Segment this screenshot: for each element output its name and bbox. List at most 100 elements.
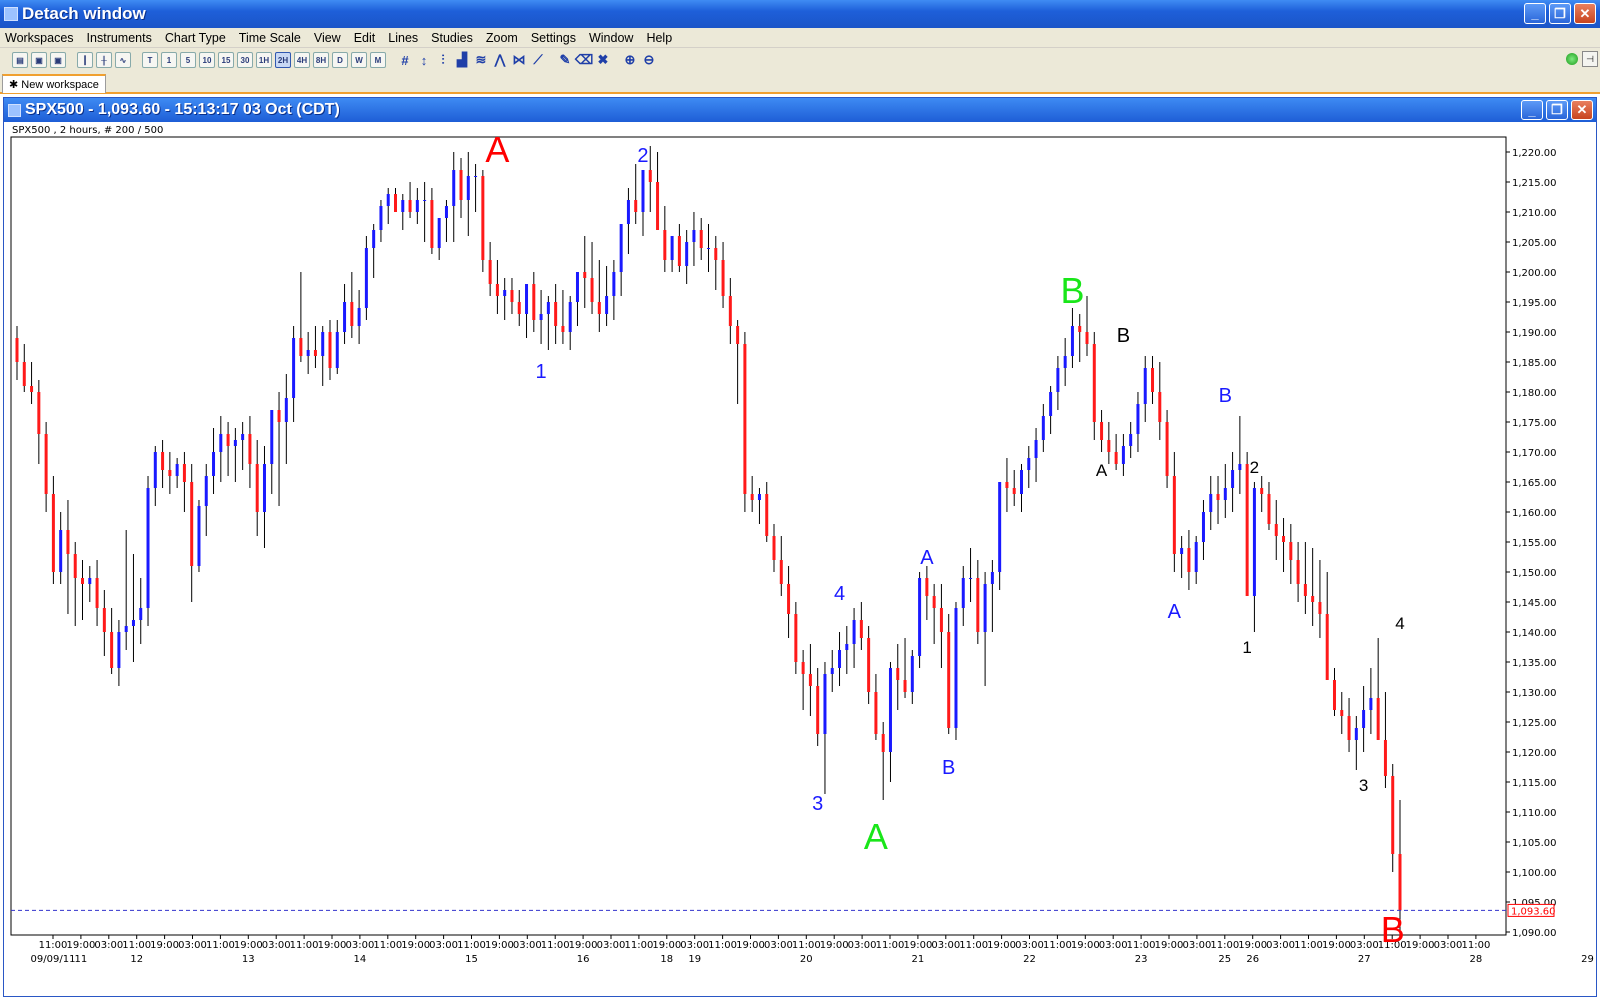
candle-body[interactable] (692, 230, 696, 242)
candle-body[interactable] (525, 284, 529, 314)
candle-body[interactable] (168, 470, 172, 476)
candle-body[interactable] (590, 278, 594, 302)
candle-body[interactable] (1100, 422, 1104, 440)
candle-body[interactable] (386, 194, 390, 206)
candle-body[interactable] (1027, 458, 1031, 470)
candle-body[interactable] (474, 176, 478, 177)
candle-body[interactable] (881, 734, 885, 752)
candle-body[interactable] (626, 200, 630, 224)
candle-body[interactable] (1019, 470, 1023, 494)
candle-body[interactable] (124, 626, 128, 632)
candle-body[interactable] (430, 200, 434, 248)
candle-body[interactable] (328, 332, 332, 368)
candle-body[interactable] (910, 656, 914, 692)
candle-body[interactable] (772, 536, 776, 560)
candle-body[interactable] (182, 464, 186, 482)
candle-body[interactable] (961, 578, 965, 608)
candle-body[interactable] (226, 434, 230, 446)
candle-body[interactable] (1049, 392, 1053, 416)
candle-body[interactable] (219, 434, 223, 452)
candle-body[interactable] (335, 332, 339, 368)
candle-body[interactable] (1289, 542, 1293, 560)
candle-body[interactable] (546, 302, 550, 314)
candle-body[interactable] (787, 584, 791, 614)
candle-body[interactable] (1129, 434, 1133, 446)
candle-body[interactable] (1078, 326, 1082, 332)
candle-body[interactable] (947, 632, 951, 728)
candle-body[interactable] (379, 206, 383, 230)
candle-body[interactable] (139, 608, 143, 620)
candle-body[interactable] (1340, 710, 1344, 716)
candle-body[interactable] (750, 494, 754, 500)
candle-body[interactable] (444, 206, 448, 218)
candle-body[interactable] (59, 530, 63, 572)
candle-body[interactable] (102, 608, 106, 632)
candle-body[interactable] (707, 248, 710, 249)
candle-body[interactable] (794, 614, 798, 662)
candle-body[interactable] (597, 302, 601, 314)
candle-body[interactable] (364, 248, 368, 308)
candle-body[interactable] (1216, 494, 1220, 500)
candle-body[interactable] (190, 482, 194, 566)
candle-body[interactable] (51, 494, 55, 572)
candle-body[interactable] (648, 170, 652, 182)
candle-body[interactable] (670, 236, 674, 260)
candle-body[interactable] (736, 326, 740, 344)
candle-body[interactable] (66, 530, 70, 554)
candle-body[interactable] (37, 392, 41, 434)
candle-body[interactable] (197, 506, 201, 566)
candle-body[interactable] (299, 338, 303, 356)
candle-body[interactable] (1201, 512, 1205, 542)
candle-body[interactable] (1282, 536, 1286, 542)
candle-body[interactable] (270, 410, 274, 464)
candle-body[interactable] (1012, 488, 1016, 494)
candle-body[interactable] (284, 398, 288, 422)
candle-body[interactable] (998, 482, 1002, 572)
candle-body[interactable] (838, 650, 842, 668)
candle-body[interactable] (1107, 440, 1111, 452)
candle-body[interactable] (1005, 482, 1009, 488)
candle-body[interactable] (663, 230, 667, 260)
candle-body[interactable] (1136, 404, 1140, 434)
candle-body[interactable] (1362, 710, 1366, 728)
candle-body[interactable] (321, 332, 325, 356)
candle-body[interactable] (1369, 698, 1373, 710)
candle-body[interactable] (481, 176, 485, 260)
candle-body[interactable] (969, 578, 973, 579)
candle-body[interactable] (612, 272, 616, 296)
candle-body[interactable] (728, 296, 732, 326)
candle-body[interactable] (30, 386, 34, 392)
candle-body[interactable] (743, 344, 747, 494)
candle-body[interactable] (830, 668, 834, 674)
candle-body[interactable] (714, 248, 718, 260)
candle-body[interactable] (1209, 494, 1213, 512)
candle-body[interactable] (350, 302, 354, 326)
price-chart[interactable]: 1,220.00 1,215.00 1,210.00 1,205.00 1,200.00… (0, 0, 1600, 1000)
candle-body[interactable] (1303, 584, 1307, 596)
candle-body[interactable] (1332, 680, 1336, 710)
candle-body[interactable] (852, 620, 856, 644)
candle-body[interactable] (1041, 416, 1045, 440)
candle-body[interactable] (1092, 344, 1096, 422)
candle-body[interactable] (241, 434, 245, 440)
candle-body[interactable] (1063, 356, 1067, 368)
candle-body[interactable] (313, 350, 317, 356)
candle-body[interactable] (903, 680, 907, 692)
candle-body[interactable] (1318, 602, 1322, 614)
candle-body[interactable] (1143, 368, 1147, 404)
candle-body[interactable] (1070, 326, 1074, 356)
candle-body[interactable] (1376, 698, 1380, 740)
candle-body[interactable] (765, 494, 769, 536)
candle-body[interactable] (583, 272, 587, 278)
candle-body[interactable] (1245, 464, 1249, 596)
candle-body[interactable] (896, 668, 900, 680)
candle-body[interactable] (605, 296, 609, 314)
candle-body[interactable] (1056, 368, 1060, 392)
candle-body[interactable] (867, 638, 871, 692)
candle-body[interactable] (204, 476, 208, 506)
candle-body[interactable] (1398, 854, 1402, 911)
candle-body[interactable] (255, 464, 259, 512)
candle-body[interactable] (401, 200, 405, 212)
candle-body[interactable] (233, 440, 237, 446)
candle-body[interactable] (510, 290, 514, 302)
